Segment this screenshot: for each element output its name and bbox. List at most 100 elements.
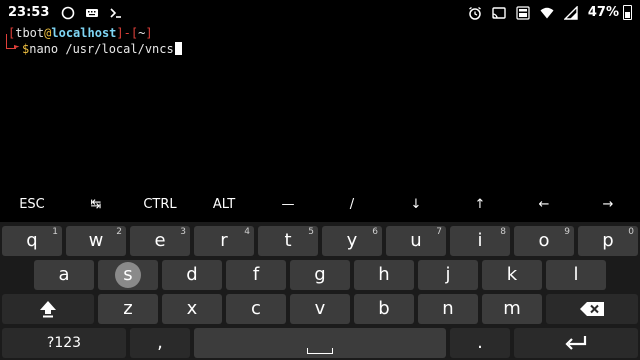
key-f[interactable]: f (226, 260, 286, 290)
key-label: n (442, 298, 454, 319)
key-label: ?123 (46, 335, 82, 351)
key-label: a (58, 264, 70, 285)
key-hint: 0 (628, 227, 634, 237)
key-g[interactable]: g (290, 260, 350, 290)
space-key[interactable] (194, 328, 446, 358)
key-label: h (378, 264, 390, 285)
key-a[interactable]: a (34, 260, 94, 290)
key-d[interactable]: d (162, 260, 222, 290)
key-h[interactable]: h (354, 260, 414, 290)
extra-key-right[interactable]: → (576, 193, 640, 217)
key-s[interactable]: s (98, 260, 158, 290)
key-label: r (220, 230, 228, 251)
key-hint: 3 (180, 227, 186, 237)
key-c[interactable]: c (226, 294, 286, 324)
key-label: c (251, 298, 261, 319)
comma-key[interactable]: , (130, 328, 190, 358)
command-line[interactable]: $nano /usr/local/vncs (22, 42, 182, 56)
key-label: j (445, 264, 451, 285)
shift-arrow-icon (40, 301, 56, 318)
key-label: l (573, 264, 579, 285)
key-k[interactable]: k (482, 260, 542, 290)
symbols-key[interactable]: ?123 (2, 328, 126, 358)
status-time: 23:53 (8, 4, 50, 20)
key-hint: 9 (564, 227, 570, 237)
extra-keys-row: ESC ↹ CTRL ALT — / ↓ ↑ ← → (0, 193, 640, 217)
status-right: 47% (458, 4, 632, 20)
terminal-output[interactable]: [tbot@localhost]-[~] ► $nano /usr/local/… (0, 26, 640, 186)
backspace-key[interactable] (546, 294, 638, 324)
key-t[interactable]: t5 (258, 226, 318, 256)
status-bar: 23:53 47% (0, 0, 640, 24)
key-p[interactable]: p0 (578, 226, 638, 256)
key-b[interactable]: b (354, 294, 414, 324)
enter-return-icon (565, 336, 587, 350)
key-label: i (477, 230, 483, 251)
key-hint: 6 (372, 227, 378, 237)
key-label: x (186, 298, 198, 319)
key-label: f (252, 264, 260, 285)
key-q[interactable]: q1 (2, 226, 62, 256)
key-v[interactable]: v (290, 294, 350, 324)
key-label: q (26, 230, 38, 251)
key-n[interactable]: n (418, 294, 478, 324)
keyboard-icon (85, 5, 99, 19)
shift-key[interactable] (2, 294, 94, 324)
extra-key-tab[interactable]: ↹ (64, 193, 128, 217)
prompt-user: tbot (15, 26, 45, 40)
key-label: z (123, 298, 133, 319)
alarm-icon (468, 5, 482, 20)
enter-key[interactable] (514, 328, 638, 358)
key-e[interactable]: e3 (130, 226, 190, 256)
wifi-icon (540, 5, 554, 19)
key-r[interactable]: r4 (194, 226, 254, 256)
volte-4g-icon (516, 5, 530, 20)
prompt-sep: ]-[ (116, 26, 139, 40)
key-i[interactable]: i8 (450, 226, 510, 256)
cell-signal-icon (563, 5, 578, 20)
key-u[interactable]: u7 (386, 226, 446, 256)
key-label: w (88, 230, 104, 251)
prompt-tree-arrow-icon: ► (14, 42, 20, 52)
key-hint: 4 (244, 227, 250, 237)
prompt-host: localhost (51, 26, 117, 40)
key-w[interactable]: w2 (66, 226, 126, 256)
key-label: , (157, 332, 163, 353)
extra-key-esc[interactable]: ESC (0, 193, 64, 217)
key-hint: 8 (500, 227, 506, 237)
key-label: k (506, 264, 518, 285)
key-hint: 1 (52, 227, 58, 237)
key-label: b (378, 298, 390, 319)
extra-key-up[interactable]: ↑ (448, 193, 512, 217)
key-hint: 5 (308, 227, 314, 237)
circle-icon (61, 5, 75, 20)
key-x[interactable]: x (162, 294, 222, 324)
terminal-prompt-icon (109, 5, 123, 19)
key-label: e (154, 230, 166, 251)
cast-icon (492, 5, 506, 19)
key-hint: 2 (116, 227, 122, 237)
extra-key-left[interactable]: ← (512, 193, 576, 217)
key-y[interactable]: y6 (322, 226, 382, 256)
extra-key-alt[interactable]: ALT (192, 193, 256, 217)
key-label: t (284, 230, 292, 251)
key-l[interactable]: l (546, 260, 606, 290)
key-label: v (314, 298, 326, 319)
command-text: nano /usr/local/vncs (29, 42, 174, 56)
key-z[interactable]: z (98, 294, 158, 324)
key-label: g (314, 264, 326, 285)
extra-key-ctrl[interactable]: CTRL (128, 193, 192, 217)
key-label: y (346, 230, 358, 251)
key-j[interactable]: j (418, 260, 478, 290)
extra-key-slash[interactable]: / (320, 193, 384, 217)
key-label: s (115, 262, 141, 288)
extra-key-down[interactable]: ↓ (384, 193, 448, 217)
extra-key-dash[interactable]: — (256, 193, 320, 217)
key-label: o (538, 230, 550, 251)
key-o[interactable]: o9 (514, 226, 574, 256)
period-key[interactable]: . (450, 328, 510, 358)
key-label: p (602, 230, 614, 251)
key-m[interactable]: m (482, 294, 542, 324)
battery-percent: 47% (587, 4, 619, 20)
key-label: u (410, 230, 422, 251)
